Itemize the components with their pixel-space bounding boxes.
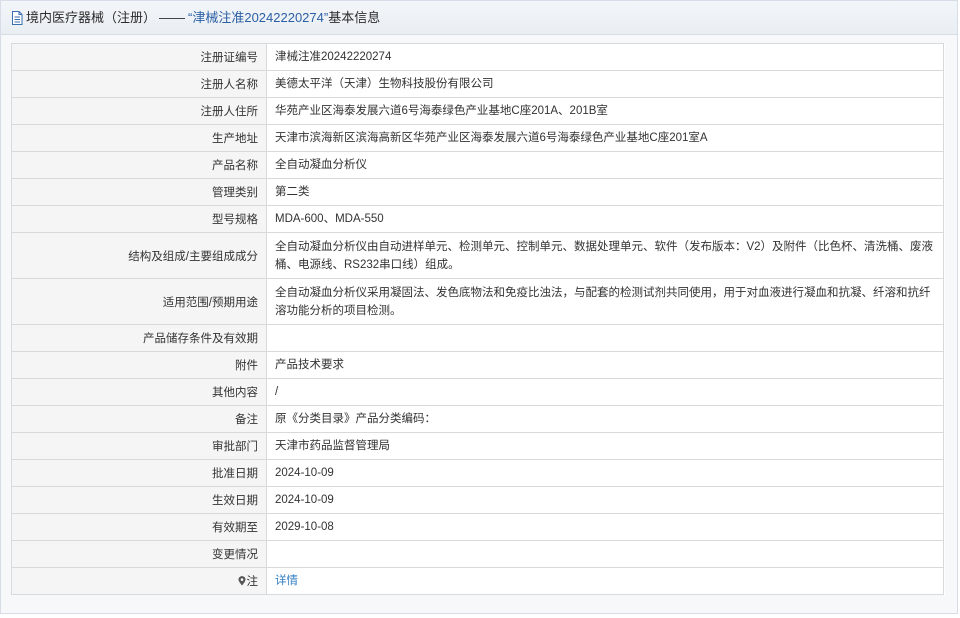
row-label: 附件 — [11, 351, 267, 379]
row-value: MDA-600、MDA-550 — [266, 205, 944, 233]
table-row: 变更情况 — [11, 540, 944, 568]
table-row: 其他内容 / — [11, 378, 944, 406]
row-label: 备注 — [11, 405, 267, 433]
row-value: 天津市滨海新区滨海高新区华苑产业区海泰发展六道6号海泰绿色产业基地C座201室A — [266, 124, 944, 152]
row-label: 型号规格 — [11, 205, 267, 233]
row-value: 全自动凝血分析仪采用凝固法、发色底物法和免疫比浊法，与配套的检测试剂共同使用，用… — [266, 278, 944, 325]
row-label: 有效期至 — [11, 513, 267, 541]
note-value: 详情 — [266, 567, 944, 595]
row-label: 生效日期 — [11, 486, 267, 514]
row-value: 产品技术要求 — [266, 351, 944, 379]
detail-table: 注册证编号 津械注准20242220274 注册人名称 美德太平洋（天津）生物科… — [11, 43, 944, 595]
table-row: 适用范围/预期用途 全自动凝血分析仪采用凝固法、发色底物法和免疫比浊法，与配套的… — [11, 278, 944, 325]
table-row: 审批部门 天津市药品监督管理局 — [11, 432, 944, 460]
table-row: 型号规格 MDA-600、MDA-550 — [11, 205, 944, 233]
title-suffix: 基本信息 — [328, 10, 381, 25]
row-label: 审批部门 — [11, 432, 267, 460]
row-value: 天津市药品监督管理局 — [266, 432, 944, 460]
row-label: 注册人名称 — [11, 70, 267, 98]
row-label: 产品储存条件及有效期 — [11, 324, 267, 352]
row-value: 原《分类目录》产品分类编码： — [266, 405, 944, 433]
table-row: 生产地址 天津市滨海新区滨海高新区华苑产业区海泰发展六道6号海泰绿色产业基地C座… — [11, 124, 944, 152]
table-row: 注册人名称 美德太平洋（天津）生物科技股份有限公司 — [11, 70, 944, 98]
row-label: 变更情况 — [11, 540, 267, 568]
row-label: 生产地址 — [11, 124, 267, 152]
row-value: 2024-10-09 — [266, 486, 944, 514]
note-label-text: 注 — [246, 576, 259, 588]
row-value: 津械注准20242220274 — [266, 43, 944, 71]
row-value: 全自动凝血分析仪由自动进样单元、检测单元、控制单元、数据处理单元、软件（发布版本… — [266, 232, 944, 279]
row-label: 批准日期 — [11, 459, 267, 487]
info-panel: 境内医疗器械（注册） —— “津械注准20242220274” 基本信息 注册证… — [0, 0, 958, 614]
table-row-note: 注 详情 — [11, 567, 944, 595]
row-label: 产品名称 — [11, 151, 267, 179]
table-row: 注册证编号 津械注准20242220274 — [11, 43, 944, 71]
details-link[interactable]: 详情 — [275, 575, 298, 587]
row-value: 第二类 — [266, 178, 944, 206]
detail-table-container: 注册证编号 津械注准20242220274 注册人名称 美德太平洋（天津）生物科… — [11, 43, 945, 595]
row-value — [266, 324, 944, 352]
row-value: 2024-10-09 — [266, 459, 944, 487]
row-value: 美德太平洋（天津）生物科技股份有限公司 — [266, 70, 944, 98]
table-row: 生效日期 2024-10-09 — [11, 486, 944, 514]
table-row: 附件 产品技术要求 — [11, 351, 944, 379]
row-label: 其他内容 — [11, 378, 267, 406]
row-label: 结构及组成/主要组成成分 — [11, 232, 267, 279]
panel-header: 境内医疗器械（注册） —— “津械注准20242220274” 基本信息 — [1, 1, 957, 35]
table-row: 产品名称 全自动凝血分析仪 — [11, 151, 944, 179]
row-value: 华苑产业区海泰发展六道6号海泰绿色产业基地C座201A、201B室 — [266, 97, 944, 125]
table-row: 有效期至 2029-10-08 — [11, 513, 944, 541]
row-label: 注册人住所 — [11, 97, 267, 125]
title-separator: —— — [159, 10, 186, 25]
row-label: 管理类别 — [11, 178, 267, 206]
row-label: 注册证编号 — [11, 43, 267, 71]
document-icon — [11, 10, 23, 25]
table-row: 注册人住所 华苑产业区海泰发展六道6号海泰绿色产业基地C座201A、201B室 — [11, 97, 944, 125]
title-registration-number: “津械注准20242220274” — [188, 10, 329, 25]
table-row: 产品储存条件及有效期 — [11, 324, 944, 352]
table-row: 批准日期 2024-10-09 — [11, 459, 944, 487]
table-row: 结构及组成/主要组成成分 全自动凝血分析仪由自动进样单元、检测单元、控制单元、数… — [11, 232, 944, 279]
table-row: 备注 原《分类目录》产品分类编码： — [11, 405, 944, 433]
row-value — [266, 540, 944, 568]
note-label: 注 — [11, 567, 267, 595]
table-row: 管理类别 第二类 — [11, 178, 944, 206]
title-prefix: 境内医疗器械（注册） — [26, 10, 157, 25]
row-value: 2029-10-08 — [266, 513, 944, 541]
row-value: / — [266, 378, 944, 406]
row-value: 全自动凝血分析仪 — [266, 151, 944, 179]
map-pin-icon — [238, 576, 246, 586]
row-label: 适用范围/预期用途 — [11, 278, 267, 325]
